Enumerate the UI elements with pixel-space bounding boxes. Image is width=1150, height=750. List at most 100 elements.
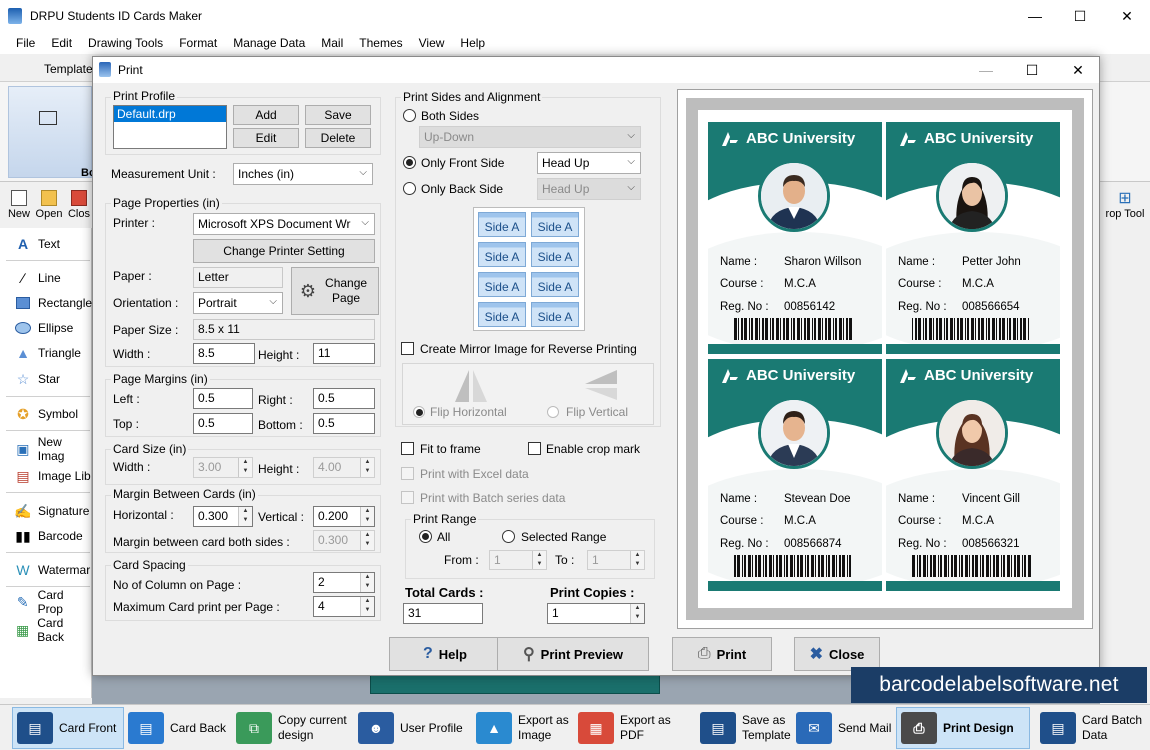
close-icon[interactable]: ✕ bbox=[1104, 0, 1150, 32]
tool-image-library[interactable]: ▤ Image Lib bbox=[14, 466, 90, 486]
tool-rectangle[interactable]: Rectangle bbox=[14, 293, 92, 313]
only-back-side-radio[interactable] bbox=[403, 182, 416, 195]
margin-left-field[interactable]: 0.5 bbox=[193, 388, 253, 409]
paper-size-field[interactable]: 8.5 x 11 bbox=[193, 319, 375, 340]
tool-signature[interactable]: ✍ Signature bbox=[14, 501, 89, 521]
vertical-stepper[interactable]: 0.200 ▲ ▼ bbox=[313, 506, 375, 527]
close-dialog-button[interactable]: ✖ Close bbox=[794, 637, 880, 671]
flip-vertical-icon bbox=[585, 370, 617, 400]
menu-format[interactable]: Format bbox=[171, 36, 225, 50]
tool-star[interactable]: ☆ Star bbox=[14, 369, 60, 389]
export-image-button[interactable]: ▲ Export as Image bbox=[476, 707, 574, 749]
new-button[interactable]: New bbox=[4, 190, 34, 220]
print-button[interactable]: ⎙ Print bbox=[672, 637, 772, 671]
horizontal-stepper[interactable]: 0.300 ▲ ▼ bbox=[193, 506, 253, 527]
print-design-button[interactable]: ⎙ Print Design bbox=[896, 707, 1030, 749]
page-width-field[interactable]: 8.5 bbox=[193, 343, 255, 364]
profile-list-item[interactable]: Default.drp bbox=[114, 106, 226, 122]
mirror-image-checkbox[interactable] bbox=[401, 342, 414, 355]
card-background-icon: ▦ bbox=[16, 621, 30, 638]
tool-new-image[interactable]: ▣ New Imag bbox=[14, 435, 91, 463]
max-cards-stepper[interactable]: 4 ▲ ▼ bbox=[313, 596, 375, 617]
help-button[interactable]: ? Help bbox=[389, 637, 501, 671]
tool-ellipse[interactable]: Ellipse bbox=[14, 318, 73, 338]
card-back-button[interactable]: ▤ Card Back bbox=[128, 707, 232, 749]
save-profile-button[interactable]: Save bbox=[305, 105, 371, 125]
delete-profile-button[interactable]: Delete bbox=[305, 128, 371, 148]
tool-watermark[interactable]: W Watermar bbox=[14, 560, 90, 580]
print-copies-stepper[interactable]: 1 ▲ ▼ bbox=[547, 603, 645, 624]
columns-stepper[interactable]: 2 ▲ ▼ bbox=[313, 572, 375, 593]
open-button[interactable]: Open bbox=[34, 190, 64, 220]
selected-range-radio[interactable] bbox=[502, 530, 515, 543]
export-pdf-button[interactable]: ▦ Export as PDF bbox=[578, 707, 694, 749]
export-image-icon: ▲ bbox=[476, 712, 512, 744]
change-printer-setting-button[interactable]: Change Printer Setting bbox=[193, 239, 375, 263]
margin-right-field[interactable]: 0.5 bbox=[313, 388, 375, 409]
menu-edit[interactable]: Edit bbox=[43, 36, 80, 50]
menu-view[interactable]: View bbox=[411, 36, 453, 50]
signature-icon: ✍ bbox=[14, 502, 32, 519]
menu-mail[interactable]: Mail bbox=[313, 36, 351, 50]
margin-top-field[interactable]: 0.5 bbox=[193, 413, 253, 434]
margin-top-label: Top : bbox=[113, 417, 140, 431]
tool-barcode[interactable]: ▮▮ Barcode bbox=[14, 526, 82, 546]
dialog-maximize-icon[interactable]: ☐ bbox=[1009, 57, 1055, 83]
page-height-field[interactable]: 11 bbox=[313, 343, 375, 364]
change-page-button[interactable]: ⚙ Change Page bbox=[291, 267, 379, 315]
tool-triangle[interactable]: ▲ Triangle bbox=[14, 343, 81, 363]
fit-to-frame-checkbox[interactable] bbox=[401, 442, 414, 455]
menu-drawing-tools[interactable]: Drawing Tools bbox=[80, 36, 171, 50]
close-button[interactable]: Clos bbox=[64, 190, 94, 220]
new-label: New bbox=[7, 208, 30, 220]
mirror-image-label: Create Mirror Image for Reverse Printing bbox=[420, 342, 637, 356]
front-side-select[interactable]: Head Up ⌵ bbox=[537, 152, 641, 174]
add-profile-button[interactable]: Add bbox=[233, 105, 299, 125]
edit-profile-button[interactable]: Edit bbox=[233, 128, 299, 148]
save-template-button[interactable]: ▤ Save as Template bbox=[700, 707, 792, 749]
app-title: DRPU Students ID Cards Maker bbox=[30, 9, 203, 23]
card-batch-data-label: Card Batch Data bbox=[1082, 713, 1143, 742]
user-profile-button[interactable]: ☻ User Profile bbox=[358, 707, 468, 749]
ribbon-group[interactable]: Bo bbox=[8, 86, 96, 179]
menu-help[interactable]: Help bbox=[452, 36, 493, 50]
measurement-unit-select[interactable]: Inches (in) ⌵ bbox=[233, 163, 373, 185]
menu-file[interactable]: File bbox=[0, 36, 43, 50]
paper-field[interactable]: Letter bbox=[193, 267, 283, 288]
card-batch-data-button[interactable]: ▤ Card Batch Data bbox=[1040, 707, 1146, 749]
crop-mark-checkbox[interactable] bbox=[528, 442, 541, 455]
crop-tool-button[interactable]: ⊞ rop Tool bbox=[1100, 188, 1150, 220]
total-cards-field[interactable]: 31 bbox=[403, 603, 483, 624]
tool-text[interactable]: A Text bbox=[14, 234, 60, 254]
send-mail-button[interactable]: ✉ Send Mail bbox=[796, 707, 894, 749]
minimize-icon[interactable]: — bbox=[1012, 0, 1058, 32]
maximize-icon[interactable]: ☐ bbox=[1057, 0, 1103, 32]
range-all-radio[interactable] bbox=[419, 530, 432, 543]
profile-list[interactable]: Default.drp bbox=[113, 105, 227, 149]
ribbon-tab-template[interactable]: Template bbox=[44, 62, 93, 76]
tool-card-background[interactable]: ▦ Card Back bbox=[14, 616, 91, 644]
tool-symbol[interactable]: ✪ Symbol bbox=[14, 404, 78, 424]
menu-themes[interactable]: Themes bbox=[351, 36, 410, 50]
both-sides-radio[interactable] bbox=[403, 109, 416, 122]
tool-card-properties[interactable]: ✎ Card Prop bbox=[14, 588, 91, 616]
spinner-arrows-icon: ▲ ▼ bbox=[238, 507, 252, 526]
both-sides-margin-stepper[interactable]: 0.300 ▲ ▼ bbox=[313, 530, 375, 551]
dialog-close-icon[interactable]: ✕ bbox=[1055, 57, 1101, 83]
card-width-stepper[interactable]: 3.00 ▲ ▼ bbox=[193, 457, 253, 478]
only-front-side-radio[interactable] bbox=[403, 156, 416, 169]
print-preview-button[interactable]: ⚲ Print Preview bbox=[497, 637, 649, 671]
change-page-label: Change Page bbox=[325, 276, 368, 305]
spinner-arrows-icon: ▲ ▼ bbox=[360, 573, 374, 592]
copy-design-button[interactable]: ⧉ Copy current design bbox=[236, 707, 352, 749]
printer-select[interactable]: Microsoft XPS Document Wr ⌵ bbox=[193, 213, 375, 235]
magnifier-icon: ⚲ bbox=[522, 646, 535, 663]
divider bbox=[6, 492, 90, 493]
card-height-stepper[interactable]: 4.00 ▲ ▼ bbox=[313, 457, 375, 478]
card-front-button[interactable]: ▤ Card Front bbox=[12, 707, 124, 749]
tool-line[interactable]: ∕ Line bbox=[14, 268, 61, 288]
menu-manage-data[interactable]: Manage Data bbox=[225, 36, 313, 50]
orientation-select[interactable]: Portrait ⌵ bbox=[193, 292, 283, 314]
both-sides-value: Up-Down bbox=[424, 130, 475, 144]
margin-bottom-field[interactable]: 0.5 bbox=[313, 413, 375, 434]
